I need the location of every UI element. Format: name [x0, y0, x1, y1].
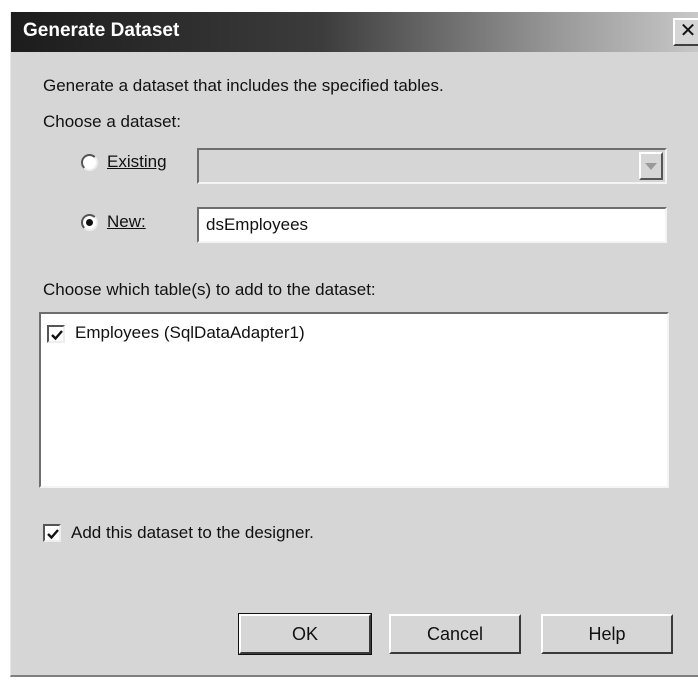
choose-dataset-label: Choose a dataset: — [43, 112, 181, 131]
close-icon: ✕ — [679, 20, 697, 42]
new-label[interactable]: New: — [107, 212, 146, 232]
existing-dataset-combo[interactable] — [197, 148, 667, 184]
chevron-down-icon — [645, 163, 657, 170]
dialog-title: Generate Dataset — [23, 20, 180, 41]
existing-radio[interactable] — [81, 154, 98, 171]
generate-dataset-dialog: Generate Dataset ✕ Generate a dataset th… — [10, 12, 698, 677]
title-bar: Generate Dataset ✕ — [11, 12, 698, 52]
ok-button[interactable]: OK — [238, 613, 372, 655]
check-icon — [47, 529, 59, 540]
employees-table-checkbox[interactable] — [47, 325, 65, 343]
new-radio[interactable] — [81, 214, 98, 231]
dropdown-arrow-button[interactable] — [639, 152, 663, 180]
help-button[interactable]: Help — [541, 614, 673, 654]
add-to-designer-checkbox[interactable] — [43, 524, 61, 542]
new-dataset-name-value: dsEmployees — [206, 215, 309, 234]
existing-label[interactable]: Existing — [107, 152, 167, 172]
check-icon — [51, 330, 63, 341]
description-text: Generate a dataset that includes the spe… — [43, 76, 444, 95]
list-item[interactable]: Employees (SqlDataAdapter1) — [47, 322, 647, 346]
tables-label: Choose which table(s) to add to the data… — [43, 280, 376, 299]
radio-selected-dot — [86, 219, 93, 226]
add-to-designer-label[interactable]: Add this dataset to the designer. — [71, 523, 314, 543]
employees-table-label: Employees (SqlDataAdapter1) — [75, 323, 305, 342]
tables-listbox[interactable]: Employees (SqlDataAdapter1) — [39, 312, 669, 488]
cancel-button[interactable]: Cancel — [389, 614, 521, 654]
new-dataset-name-input[interactable]: dsEmployees — [197, 207, 667, 243]
close-button[interactable]: ✕ — [673, 18, 698, 46]
